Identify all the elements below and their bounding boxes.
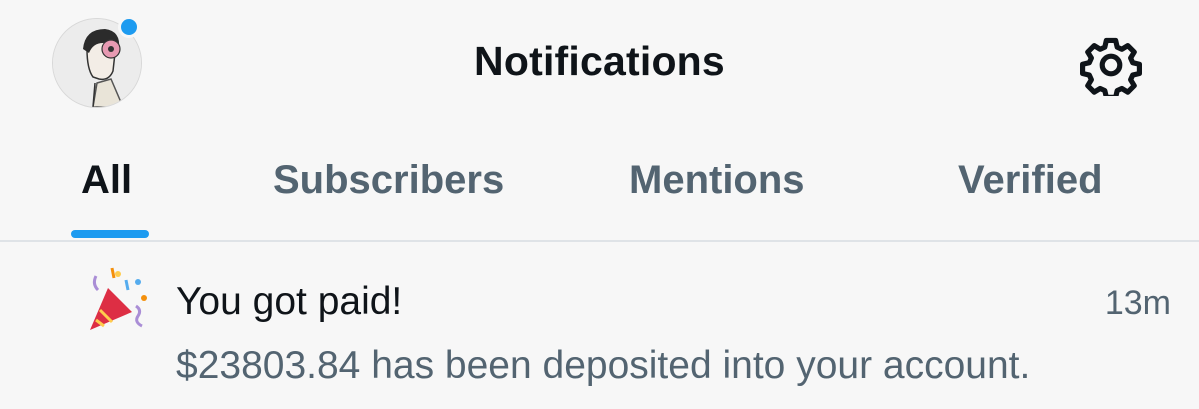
- settings-button[interactable]: [1079, 34, 1142, 100]
- active-tab-indicator: [71, 230, 149, 238]
- tab-verified[interactable]: Verified: [958, 158, 1103, 203]
- notification-title: You got paid!: [176, 280, 403, 323]
- notification-item[interactable]: You got paid! 13m $23803.84 has been dep…: [0, 242, 1199, 409]
- tab-subscribers[interactable]: Subscribers: [273, 158, 504, 203]
- page-title: Notifications: [474, 38, 725, 84]
- notification-tabs: All Subscribers Mentions Verified: [0, 130, 1199, 240]
- tab-mentions[interactable]: Mentions: [629, 158, 805, 203]
- top-bar: Notifications: [0, 0, 1199, 120]
- notification-body: $23803.84 has been deposited into your a…: [176, 344, 1031, 387]
- notification-timestamp: 13m: [1104, 284, 1171, 322]
- gear-icon: [1079, 37, 1142, 100]
- tab-all[interactable]: All: [81, 158, 132, 203]
- party-popper-icon: [82, 264, 158, 334]
- unread-dot: [118, 16, 140, 38]
